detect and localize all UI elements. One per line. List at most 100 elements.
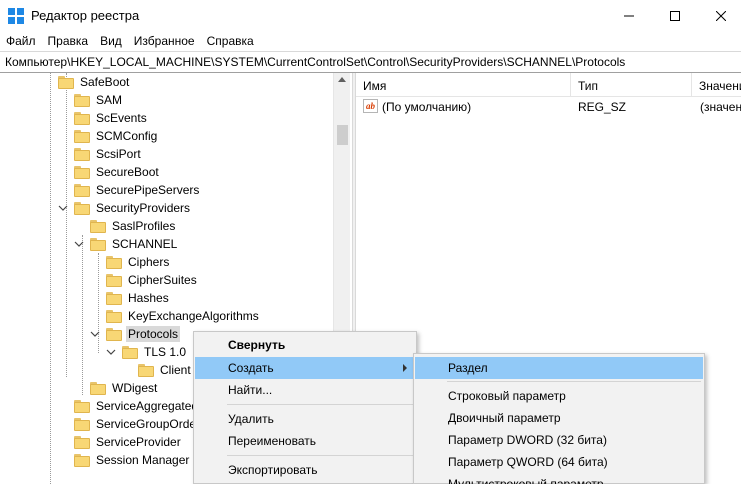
tree-item-label: CipherSuites [128,273,197,287]
folder-icon [74,111,90,125]
submenu-item-key[interactable]: Раздел [415,357,703,379]
folder-icon [106,273,122,287]
tree-item[interactable]: Session Manager [74,451,191,469]
folder-icon [106,255,122,269]
folder-open-icon [122,345,138,359]
tree-item[interactable]: ServiceGroupOrder [74,415,202,433]
minimize-button[interactable] [606,0,652,31]
tree-item[interactable]: ServiceProvider [74,433,183,451]
value-name: (По умолчанию) [382,100,472,114]
tree-item[interactable]: WDigest [90,379,159,397]
tree-item-label: SafeBoot [80,75,130,89]
tree-item[interactable]: SaslProfiles [90,217,177,235]
menu-file[interactable]: Файл [0,31,42,51]
tree-item[interactable]: SAM [74,91,124,109]
tree-item-label: ScEvents [96,111,147,125]
maximize-button[interactable] [652,0,698,31]
menu-view[interactable]: Вид [94,31,128,51]
menu-edit[interactable]: Правка [42,31,95,51]
minimize-icon [624,15,634,16]
maximize-icon [670,10,680,21]
tree-item[interactable]: TLS 1.0 [106,343,188,361]
chevron-down-icon[interactable] [58,203,68,213]
tree-item-label: SCHANNEL [112,237,178,251]
close-button[interactable] [698,0,741,31]
tree-item-label: Ciphers [128,255,170,269]
menu-separator [227,404,413,405]
tree-item-label: ServiceGroupOrder [96,417,201,431]
tree-item-label: SecurePipeServers [96,183,200,197]
tree-item-label: SaslProfiles [112,219,176,233]
tree-item[interactable]: SafeBoot [58,73,131,91]
column-value-header[interactable]: Значение [692,73,741,97]
tree-item[interactable]: SecureBoot [74,163,161,181]
menu-item-create-label: Создать [228,361,274,375]
tree-item[interactable]: ScEvents [74,109,149,127]
chevron-right-icon [403,364,407,372]
menu-item-find[interactable]: Найти... [195,379,415,401]
tree-item[interactable]: SecurityProviders [58,199,192,217]
submenu-item-string[interactable]: Строковый параметр [415,385,703,407]
regedit-app-icon [8,8,24,24]
submenu-item-qword[interactable]: Параметр QWORD (64 бита) [415,451,703,473]
submenu-item-dword[interactable]: Параметр DWORD (32 бита) [415,429,703,451]
chevron-down-icon[interactable] [90,329,100,339]
regedit-window: Редактор реестра Файл Правка Вид Избранн… [0,0,741,484]
list-row[interactable]: ab (По умолчанию) REG_SZ (значение не пр… [356,97,741,116]
folder-icon [74,453,90,467]
tree-item[interactable]: SecurePipeServers [74,181,201,199]
value-data: (значение не присвоено) [700,100,741,114]
menu-help[interactable]: Справка [201,31,260,51]
window-title: Редактор реестра [31,8,140,23]
tree-item-label: Protocols [126,326,181,342]
menu-separator [227,455,413,456]
menu-item-delete[interactable]: Удалить [195,408,415,430]
menu-item-create[interactable]: Создать [195,357,415,379]
folder-open-icon [90,237,106,251]
menu-favorites[interactable]: Избранное [128,31,201,51]
create-submenu: Раздел Строковый параметр Двоичный парам… [413,353,705,484]
tree-item[interactable]: SCMConfig [74,127,159,145]
tree-item[interactable]: Ciphers [106,253,171,271]
address-bar[interactable]: Компьютер\HKEY_LOCAL_MACHINE\SYSTEM\Curr… [0,51,741,73]
value-type: REG_SZ [578,100,627,114]
context-menu: Свернуть Создать Найти... Удалить Переим… [193,331,417,484]
menu-item-rename[interactable]: Переименовать [195,430,415,452]
folder-icon [74,417,90,431]
column-type-header[interactable]: Тип [571,73,692,97]
tree-item-label: TLS 1.0 [144,345,187,359]
tree-item-label: Hashes [128,291,169,305]
string-value-icon: ab [363,99,378,113]
scroll-thumb[interactable] [337,125,348,145]
tree-item-label: SecurityProviders [96,201,191,215]
tree-item[interactable]: Hashes [106,289,171,307]
folder-icon [106,291,122,305]
folder-icon [74,183,90,197]
chevron-down-icon[interactable] [74,239,84,249]
folder-icon [74,147,90,161]
tree-item[interactable]: SCHANNEL [74,235,179,253]
tree-item-label: Session Manager [96,453,190,467]
submenu-item-multistring[interactable]: Мультистроковый параметр [415,473,703,484]
chevron-down-icon[interactable] [106,347,116,357]
tree-item-label: Client [160,363,191,377]
title-bar[interactable]: Редактор реестра [0,0,741,31]
folder-open-icon [106,327,122,341]
close-icon [716,10,726,21]
tree-item-label: ScsiPort [96,147,141,161]
tree-item[interactable]: ScsiPort [74,145,143,163]
folder-icon [138,363,154,377]
scroll-up-icon[interactable] [338,77,346,82]
submenu-item-binary[interactable]: Двоичный параметр [415,407,703,429]
column-name-header[interactable]: Имя [356,73,571,97]
folder-icon [74,399,90,413]
menu-item-collapse[interactable]: Свернуть [195,334,415,356]
folder-icon [90,381,106,395]
folder-icon [90,219,106,233]
menu-item-export[interactable]: Экспортировать [195,459,415,481]
tree-item[interactable]: KeyExchangeAlgorithms [106,307,261,325]
list-header: Имя Тип Значение [356,73,741,97]
tree-item-selected[interactable]: Protocols [90,325,181,343]
tree-item[interactable]: CipherSuites [106,271,199,289]
tree-item[interactable]: Client [138,361,193,379]
